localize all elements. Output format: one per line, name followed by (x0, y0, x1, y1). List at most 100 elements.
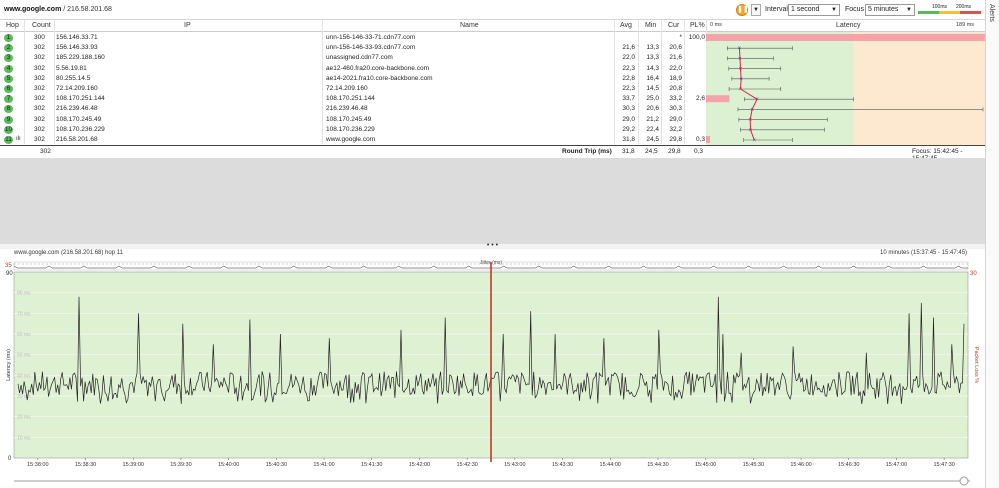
x-tick-label: 15:42:30 (456, 462, 477, 468)
y-bottom-label: 0 (8, 456, 12, 462)
hop-badge: 4 (4, 64, 13, 73)
cell-pl: 100,0 (688, 34, 705, 41)
column-divider (24, 20, 25, 144)
table-row[interactable]: 2 302 156.146.33.93 unn-156-146-33-93.cdn77… (0, 43, 706, 53)
graph-icon[interactable]: ılı (16, 136, 21, 142)
x-tick-label: 15:47:30 (933, 462, 954, 468)
table-row[interactable]: 4 302 5.56.19.81 ae12-460.fra20.core-backbo… (0, 64, 706, 74)
table-row[interactable]: 9 302 108.170.245.49 108.170.245.49 29,0 21,2… (0, 115, 706, 125)
summary-cur: 29,8 (668, 148, 681, 155)
col-avg[interactable]: Avg (620, 22, 632, 29)
table-row[interactable]: 7 302 108.170.251.144 108.170.251.144 33,7 25… (0, 94, 706, 104)
table-row[interactable]: 1 300 156.146.33.71 unn-156-146-33-71.cdn77… (0, 33, 706, 43)
cell-ip: 108.170.236.229 (56, 125, 105, 133)
col-ip[interactable]: IP (184, 22, 191, 29)
pause-icon: ❚❚ (737, 6, 749, 13)
x-tick-label: 15:38:30 (75, 462, 96, 468)
cell-name: 108.170.236.229 (326, 125, 375, 133)
cell-min: 14,5 (646, 85, 659, 92)
x-tick-label: 15:40:00 (218, 462, 239, 468)
cell-count: 302 (34, 85, 45, 92)
packet-loss-bar (706, 34, 985, 41)
cell-name: 108.170.251.144 (326, 95, 375, 103)
summary-row: 302 Round Trip (ms) 31,8 24,5 29,8 0,3 F… (0, 145, 985, 162)
interval-label: Interval (765, 6, 788, 13)
cell-name: unn-156-146-33-93.cdn77.com (326, 44, 416, 52)
col-name[interactable]: Name (460, 22, 479, 29)
col-min[interactable]: Min (645, 22, 656, 29)
x-tick-label: 15:46:30 (838, 462, 859, 468)
cell-name: unassigned.cdn77.com (326, 54, 393, 62)
column-divider (684, 20, 685, 144)
scroll-handle[interactable] (959, 476, 969, 486)
cell-avg: 22,8 (622, 74, 635, 82)
cell-count: 302 (34, 44, 45, 52)
packet-loss-bar (706, 136, 710, 143)
x-tick-label: 15:45:30 (743, 462, 764, 468)
timeline-scrollbar[interactable] (0, 475, 985, 488)
y-tick-label: 60 ms (17, 332, 31, 338)
x-tick-label: 15:44:30 (647, 462, 668, 468)
x-tick-label: 15:39:30 (170, 462, 191, 468)
cell-cur: 29,8 (669, 136, 682, 143)
alerts-side-tab[interactable]: Alerts (985, 0, 999, 488)
x-tick-label: 15:40:30 (266, 462, 287, 468)
hop-badge: 2 (4, 44, 13, 53)
x-tick-label: 15:38:00 (27, 462, 48, 468)
cell-avg: 21,6 (622, 44, 635, 52)
cell-cur: 21,6 (669, 54, 682, 62)
table-row[interactable]: 6 302 72.14.209.160 72.14.209.160 22,3 14,5 20… (0, 84, 706, 94)
table-row[interactable]: 5 302 80.255.14.5 ae14-2021.fra10.core-back… (0, 74, 706, 84)
cell-cur: 22,0 (669, 64, 682, 72)
pause-button[interactable]: ❚❚ (736, 4, 749, 16)
toolbar: www.google.com / 216.58.201.68 ❚❚ ▼ Inte… (0, 0, 985, 20)
col-count[interactable]: Count (32, 22, 51, 29)
x-tick-label: 15:47:00 (886, 462, 907, 468)
graph-title: www.google.com (216.58.201.68) hop 11 (14, 250, 123, 256)
cell-cur: 30,3 (669, 105, 682, 113)
table-row[interactable]: 8 302 216.239.46.48 216.239.46.48 30,3 20,6 30… (0, 104, 706, 114)
focus-select[interactable]: 5 minutes ▼ (865, 4, 915, 16)
table-row[interactable]: 3 302 185.229.188.160 unassigned.cdn77.com 2… (0, 53, 706, 63)
col-cur[interactable]: Cur (668, 22, 679, 29)
cell-ip: 156.146.33.71 (56, 34, 98, 41)
cell-count: 302 (34, 54, 45, 62)
x-tick-label: 15:39:00 (123, 462, 144, 468)
cell-avg: 22,3 (622, 85, 635, 92)
cell-count: 302 (34, 115, 45, 123)
chevron-down-icon: ▼ (906, 7, 912, 13)
cell-cur: * (679, 34, 682, 41)
latency-timeline-graph[interactable]: Jitter (ms)3580 ms70 ms60 ms50 ms40 ms30… (0, 258, 985, 473)
summary-avg: 31,8 (622, 148, 635, 155)
y-tick-label: 10 ms (17, 435, 31, 441)
col-latency[interactable]: Latency (836, 22, 861, 29)
column-divider (661, 20, 662, 144)
col-pl[interactable]: PL% (690, 22, 705, 29)
x-tick-label: 15:41:30 (361, 462, 382, 468)
latency-max-label: 189 ms (956, 22, 975, 28)
grip-dots-icon: • • • (486, 242, 499, 249)
table-row[interactable]: 10 302 108.170.236.229 108.170.236.229 29,2 2… (0, 125, 706, 135)
cell-avg: 22,3 (622, 64, 635, 72)
x-tick-label: 15:41:00 (313, 462, 334, 468)
cell-ip: 5.56.19.81 (56, 64, 87, 72)
cell-ip: 80.255.14.5 (56, 74, 91, 82)
empty-table-area (0, 158, 985, 244)
cell-ip: 216.239.46.48 (56, 105, 98, 113)
cell-avg: 33,7 (622, 95, 635, 103)
pause-dropdown-button[interactable]: ▼ (751, 4, 761, 16)
focus-value: 5 minutes (868, 6, 899, 13)
cell-count: 302 (34, 105, 45, 113)
cell-min: 13,3 (646, 44, 659, 52)
focus-label: Focus (845, 6, 865, 13)
cell-count: 302 (34, 74, 45, 82)
col-hop[interactable]: Hop (6, 22, 19, 29)
cell-name: www.google.com (326, 136, 376, 143)
hop-badge: 5 (4, 74, 13, 83)
table-row[interactable]: 11 302 216.58.201.68 www.google.com 31,8 24,5… (0, 135, 706, 145)
hop-badge: 10 (4, 125, 13, 134)
x-tick-label: 15:44:00 (600, 462, 621, 468)
target-ip: 216.58.201.68 (67, 6, 112, 13)
interval-select[interactable]: 1 second ▼ (788, 4, 840, 16)
cell-count: 302 (34, 64, 45, 72)
